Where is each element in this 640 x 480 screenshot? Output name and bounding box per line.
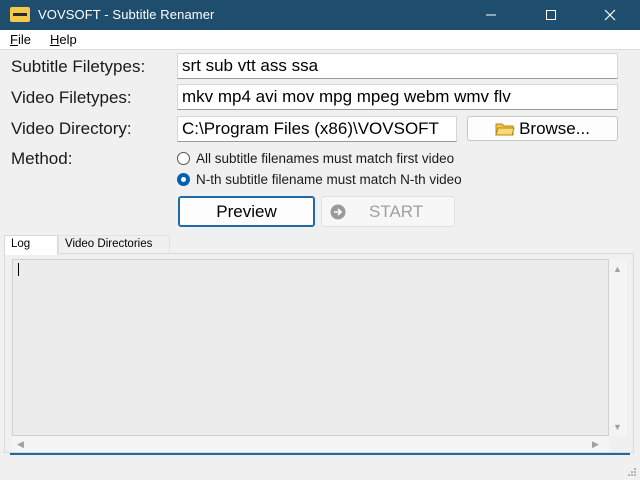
log-textarea[interactable]: [12, 259, 609, 436]
menu-help-label: elp: [59, 32, 77, 47]
folder-icon: [495, 123, 515, 136]
vertical-scrollbar[interactable]: ▲ ▼: [609, 259, 627, 436]
method-option-first-video[interactable]: All subtitle filenames must match first …: [177, 149, 454, 167]
scroll-right-icon[interactable]: ▶: [592, 439, 599, 449]
menu-help[interactable]: Help: [50, 32, 77, 47]
subtitle-filetypes-input[interactable]: srt sub vtt ass ssa: [177, 53, 618, 79]
method-option-label: All subtitle filenames must match first …: [196, 150, 455, 166]
horizontal-scrollbar[interactable]: ◀ ▶: [12, 436, 609, 452]
window-title: VOVSOFT - Subtitle Renamer: [38, 7, 215, 22]
app-icon: [10, 7, 30, 22]
menu-bar: File Help: [0, 30, 640, 50]
video-filetypes-label: Video Filetypes:: [11, 88, 132, 107]
preview-label: Preview: [216, 201, 277, 221]
video-filetypes-input[interactable]: mkv mp4 avi mov mpg mpeg webm wmv flv: [177, 84, 618, 110]
tab-log-label: Log: [11, 238, 31, 250]
radio-unselected-icon: [177, 151, 190, 165]
scroll-up-icon[interactable]: ▲: [613, 264, 622, 274]
method-label: Method:: [11, 149, 73, 168]
minimize-button[interactable]: [468, 0, 514, 30]
tab-log[interactable]: Log: [4, 235, 58, 255]
video-directory-label: Video Directory:: [11, 119, 132, 138]
menu-file[interactable]: File: [10, 32, 31, 47]
subtitle-filetypes-label: Subtitle Filetypes:: [11, 57, 146, 76]
preview-button[interactable]: Preview: [178, 196, 315, 227]
focus-underline: [10, 453, 630, 455]
scroll-left-icon[interactable]: ◀: [17, 439, 24, 449]
video-directory-input[interactable]: C:\Program Files (x86)\VOVSOFT: [177, 116, 457, 142]
start-button[interactable]: START: [321, 196, 455, 227]
browse-label: Browse...: [519, 118, 590, 138]
title-bar: VOVSOFT - Subtitle Renamer: [0, 0, 640, 30]
method-option-label: N-th subtitle filename must match N-th v…: [196, 171, 462, 187]
maximize-button[interactable]: [528, 0, 574, 30]
menu-file-label: ile: [17, 32, 31, 47]
close-button[interactable]: [587, 0, 633, 30]
size-grip-icon[interactable]: [627, 467, 637, 477]
start-label: START: [369, 201, 424, 221]
minimize-icon: [486, 14, 496, 16]
status-bar: [0, 460, 640, 480]
browse-button[interactable]: Browse...: [467, 116, 618, 141]
menu-help-accel: H: [50, 32, 60, 47]
scroll-down-icon[interactable]: ▼: [613, 422, 622, 432]
text-caret: [18, 263, 19, 276]
close-icon: [604, 9, 616, 21]
maximize-icon: [546, 10, 556, 20]
tab-video-directories-label: Video Directories: [65, 238, 153, 250]
arrow-right-circle-icon: [330, 204, 346, 219]
menu-file-accel: F: [10, 32, 18, 47]
tab-video-directories[interactable]: Video Directories: [58, 235, 170, 254]
radio-selected-icon: [177, 172, 190, 186]
method-option-nth-video[interactable]: N-th subtitle filename must match N-th v…: [177, 170, 462, 188]
